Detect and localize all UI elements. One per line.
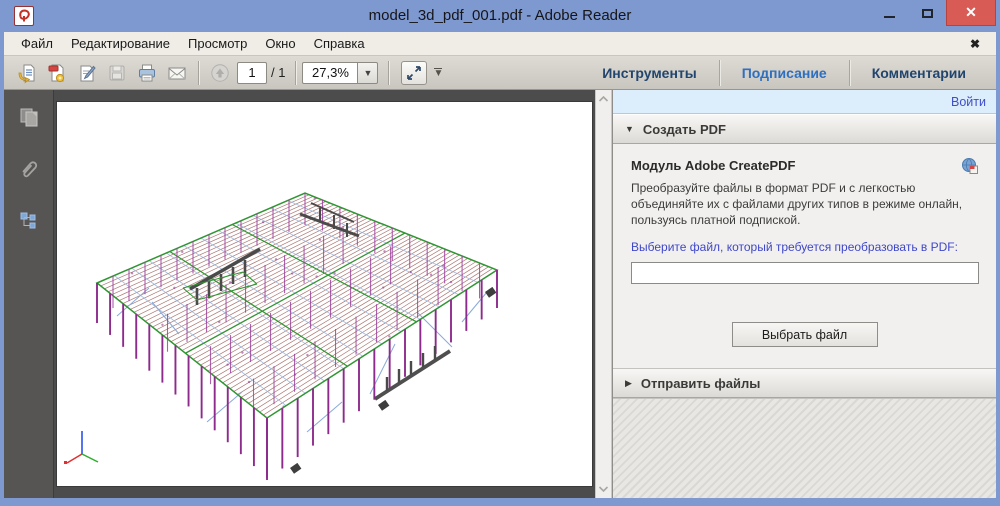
page-up-icon[interactable] bbox=[205, 59, 235, 87]
save-icon[interactable] bbox=[102, 59, 132, 87]
menu-view[interactable]: Просмотр bbox=[179, 33, 256, 54]
scroll-up-icon[interactable] bbox=[597, 93, 610, 106]
menu-edit[interactable]: Редактирование bbox=[62, 33, 179, 54]
choose-file-button[interactable]: Выбрать файл bbox=[731, 322, 878, 348]
panel-nav: Инструменты Подписание Комментарии bbox=[580, 56, 988, 89]
menu-window[interactable]: Окно bbox=[256, 33, 304, 54]
module-title: Модуль Adobe CreatePDF bbox=[631, 158, 796, 173]
file-select-label: Выберите файл, который требуется преобра… bbox=[631, 240, 958, 255]
panel-empty-area bbox=[613, 398, 996, 498]
close-document-icon[interactable]: ✖ bbox=[962, 37, 988, 51]
module-description: Преобразуйте файлы в формат PDF и с легк… bbox=[631, 181, 963, 227]
attachments-icon[interactable] bbox=[16, 156, 42, 182]
sign-document-icon[interactable] bbox=[72, 59, 102, 87]
resize-window-icon[interactable] bbox=[401, 60, 428, 85]
navigation-sidebar bbox=[4, 90, 54, 498]
close-button[interactable]: ✕ bbox=[946, 0, 996, 26]
collapse-triangle-icon: ▼ bbox=[625, 124, 634, 134]
scroll-down-icon[interactable] bbox=[597, 482, 610, 495]
toolbar-separator bbox=[388, 60, 390, 85]
toolbar-separator bbox=[198, 60, 199, 85]
tools-button[interactable]: Инструменты bbox=[580, 56, 719, 89]
send-files-section-header[interactable]: ▶ Отправить файлы bbox=[613, 368, 996, 398]
page-number-input[interactable] bbox=[237, 61, 267, 84]
expand-triangle-icon: ▶ bbox=[625, 377, 632, 388]
menu-help[interactable]: Справка bbox=[305, 33, 374, 54]
pdf-page[interactable] bbox=[57, 102, 592, 486]
sign-in-bar: Войти bbox=[613, 90, 996, 114]
open-file-icon[interactable] bbox=[12, 59, 42, 87]
window-title: model_3d_pdf_001.pdf - Adobe Reader bbox=[368, 7, 632, 24]
adobe-reader-window: model_3d_pdf_001.pdf - Adobe Reader ✕ Фа… bbox=[0, 0, 1000, 506]
create-pdf-header-label: Создать PDF bbox=[642, 121, 726, 137]
model-tree-icon[interactable] bbox=[16, 208, 42, 234]
create-pdf-section-header[interactable]: ▼ Создать PDF bbox=[613, 114, 996, 144]
send-files-header-label: Отправить файлы bbox=[640, 375, 761, 391]
email-icon[interactable] bbox=[162, 59, 192, 87]
document-area[interactable] bbox=[54, 90, 595, 498]
title-bar: model_3d_pdf_001.pdf - Adobe Reader ✕ bbox=[0, 0, 1000, 32]
3d-wireframe-model bbox=[64, 192, 499, 480]
create-pdf-icon[interactable] bbox=[42, 59, 72, 87]
page-total-label: / 1 bbox=[271, 65, 286, 80]
createpdf-online-icon bbox=[960, 156, 980, 179]
toolbar-separator bbox=[295, 60, 297, 85]
print-icon[interactable] bbox=[132, 59, 162, 87]
toolbar: / 1 ▼ ▼ Инструменты Подписание Комментар… bbox=[4, 56, 996, 90]
vertical-scrollbar[interactable] bbox=[595, 90, 612, 498]
file-input[interactable] bbox=[631, 262, 979, 285]
tools-panel: Войти ▼ Создать PDF Модуль Adobe CreateP… bbox=[612, 90, 996, 498]
maximize-button[interactable] bbox=[908, 0, 946, 26]
menu-bar: Файл Редактирование Просмотр Окно Справк… bbox=[4, 32, 996, 56]
sign-button[interactable]: Подписание bbox=[720, 56, 849, 89]
minimize-button[interactable] bbox=[870, 0, 908, 26]
toolbar-more-icon[interactable]: ▼ bbox=[433, 67, 443, 78]
zoom-dropdown-button[interactable]: ▼ bbox=[358, 61, 379, 84]
menu-file[interactable]: Файл bbox=[12, 33, 62, 54]
create-pdf-section-body: Модуль Adobe CreatePDF Преобразуйте файл… bbox=[613, 144, 996, 368]
comments-button[interactable]: Комментарии bbox=[850, 56, 988, 89]
page-thumbnails-icon[interactable] bbox=[16, 104, 42, 130]
zoom-level-input[interactable] bbox=[302, 61, 359, 84]
sign-in-link[interactable]: Войти bbox=[951, 95, 986, 109]
